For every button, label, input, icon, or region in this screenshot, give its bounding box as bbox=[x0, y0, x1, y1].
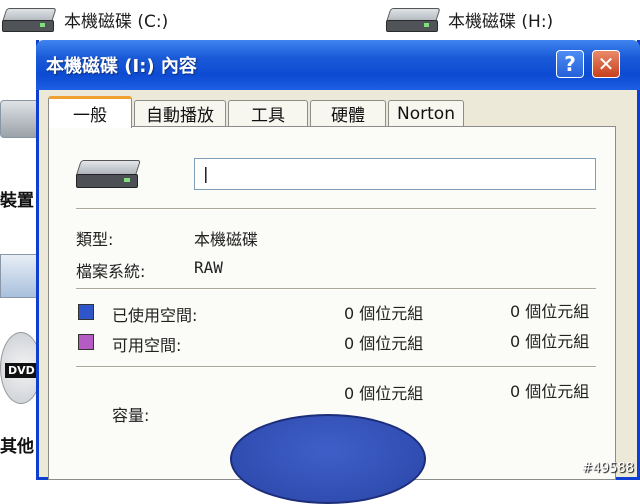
disk-usage-pie bbox=[230, 414, 426, 504]
drive-name-input[interactable]: | bbox=[194, 158, 596, 190]
free-space-bytes: 0 個位元組 bbox=[344, 334, 424, 353]
capacity-label: 容量: bbox=[112, 406, 150, 425]
drive-c-label: 本機磁碟 (C:) bbox=[64, 11, 169, 32]
drive-c-item[interactable]: 本機磁碟 (C:) bbox=[0, 4, 168, 34]
type-label: 類型: bbox=[76, 230, 114, 249]
capacity-bytes-2: 0 個位元組 bbox=[510, 382, 590, 401]
free-space-swatch bbox=[78, 334, 94, 350]
tab-hardware[interactable]: 硬體 bbox=[310, 100, 386, 126]
used-space-bytes: 0 個位元組 bbox=[344, 304, 424, 323]
free-space-bytes-2: 0 個位元組 bbox=[510, 332, 590, 351]
used-space-label: 已使用空間: bbox=[112, 306, 198, 325]
used-space-bytes-2: 0 個位元組 bbox=[510, 302, 590, 321]
capacity-bytes: 0 個位元組 bbox=[344, 384, 424, 403]
separator bbox=[76, 208, 596, 210]
type-value: 本機磁碟 bbox=[194, 230, 259, 249]
dialog-titlebar[interactable]: 本機磁碟 (I:) 內容 ? ✕ bbox=[36, 40, 640, 90]
tab-general[interactable]: 一般 bbox=[48, 96, 132, 128]
hard-drive-icon bbox=[0, 4, 57, 34]
tab-norton[interactable]: Norton bbox=[388, 100, 464, 126]
tab-autoplay[interactable]: 自動播放 bbox=[134, 100, 226, 126]
close-button[interactable]: ✕ bbox=[592, 50, 620, 78]
watermark-text: #49588 bbox=[581, 461, 634, 476]
filesystem-label: 檔案系統: bbox=[76, 262, 146, 281]
drive-h-item[interactable]: 本機磁碟 (H:) bbox=[384, 4, 553, 34]
help-button[interactable]: ? bbox=[556, 50, 584, 78]
separator bbox=[76, 366, 596, 368]
filesystem-value: RAW bbox=[194, 258, 223, 277]
dvd-logo: DVD bbox=[5, 363, 38, 378]
devices-section-label: 裝置 bbox=[0, 191, 34, 211]
other-section-label: 其他 bbox=[0, 437, 34, 457]
hard-drive-icon bbox=[384, 4, 441, 34]
hard-drive-icon bbox=[72, 156, 144, 192]
free-space-label: 可用空間: bbox=[112, 336, 182, 355]
used-space-swatch bbox=[78, 304, 94, 320]
tab-tools[interactable]: 工具 bbox=[228, 100, 308, 126]
tab-strip: 一般 自動播放 工具 硬體 Norton bbox=[48, 96, 628, 128]
drive-h-label: 本機磁碟 (H:) bbox=[448, 11, 554, 32]
separator bbox=[76, 288, 596, 290]
dialog-title: 本機磁碟 (I:) 內容 bbox=[46, 56, 197, 77]
